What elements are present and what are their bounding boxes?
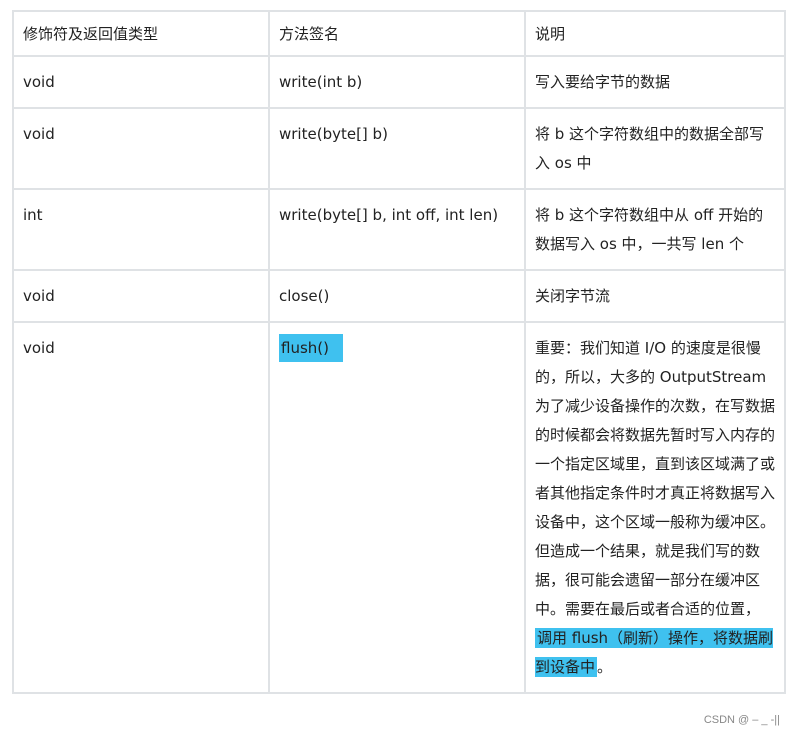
description-end: 。 [597,658,613,676]
highlighted-text: 调用 flush（刷新）操作，将数据刷到设备中 [535,628,774,677]
cell-signature: close() [268,269,526,323]
cell-signature: write(byte[] b, int off, int len) [268,188,526,271]
cell-description: 将 b 这个字符数组中从 off 开始的数据写入 os 中，一共写 len 个 [524,188,786,271]
cell-type: void [12,107,270,190]
header-description: 说明 [524,10,786,57]
table-row: void flush() 重要：我们知道 I/O 的速度是很慢的，所以，大多的 … [12,321,786,694]
cell-description: 将 b 这个字符数组中的数据全部写入 os 中 [524,107,786,190]
table-row: void close() 关闭字节流 [12,269,786,323]
header-method-signature: 方法签名 [268,10,526,57]
cell-type: void [12,321,270,694]
cell-signature: write(int b) [268,55,526,109]
cell-type: void [12,55,270,109]
cell-description: 关闭字节流 [524,269,786,323]
table-row: void write(byte[] b) 将 b 这个字符数组中的数据全部写入 … [12,107,786,190]
table-row: void write(int b) 写入要给字节的数据 [12,55,786,109]
cell-signature: write(byte[] b) [268,107,526,190]
cell-type: void [12,269,270,323]
description-text: 重要：我们知道 I/O 的速度是很慢的，所以，大多的 OutputStream … [535,339,776,618]
method-table: 修饰符及返回值类型 方法签名 说明 void write(int b) 写入要给… [12,10,786,694]
header-return-type: 修饰符及返回值类型 [12,10,270,57]
table-header-row: 修饰符及返回值类型 方法签名 说明 [12,10,786,57]
table-row: int write(byte[] b, int off, int len) 将 … [12,188,786,271]
cell-description: 写入要给字节的数据 [524,55,786,109]
cell-description: 重要：我们知道 I/O 的速度是很慢的，所以，大多的 OutputStream … [524,321,786,694]
watermark: CSDN @ – _ -|| [703,714,780,726]
cell-signature: flush() [268,321,526,694]
highlighted-signature: flush() [279,334,343,362]
cell-type: int [12,188,270,271]
